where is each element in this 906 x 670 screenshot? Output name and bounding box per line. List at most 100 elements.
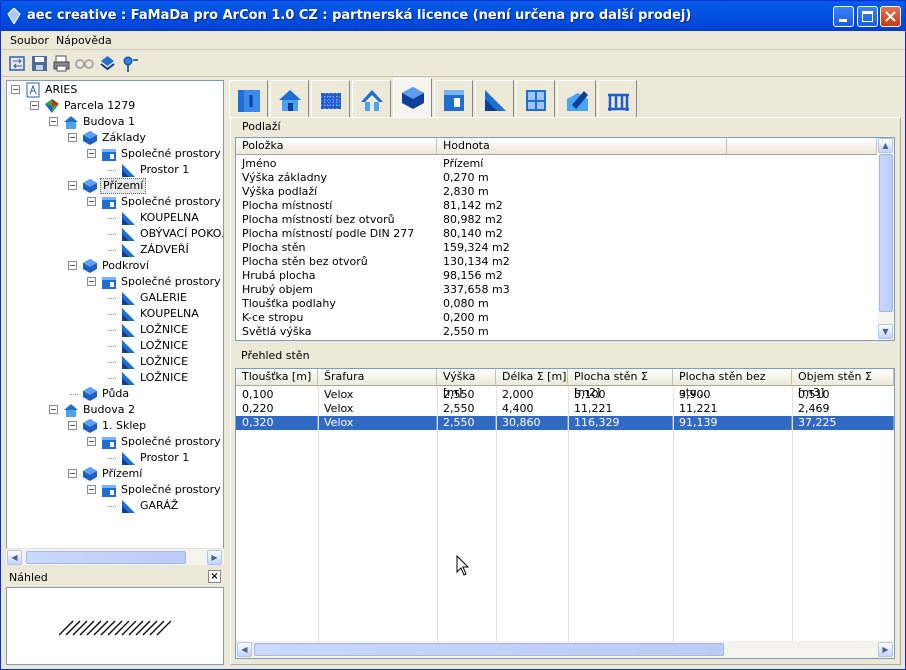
- layers-icon[interactable]: [98, 54, 117, 73]
- property-value[interactable]: 2,550 m: [443, 325, 489, 339]
- tree-node[interactable]: LOŽNICE: [7, 370, 223, 386]
- property-value[interactable]: Přízemí: [443, 157, 483, 171]
- tree-collapse-toggle[interactable]: −: [49, 405, 58, 414]
- tree-collapse-toggle[interactable]: −: [11, 85, 20, 94]
- tab-roof[interactable]: [352, 80, 391, 118]
- tree-collapse-toggle[interactable]: −: [87, 485, 96, 494]
- column-header-value[interactable]: Hodnota: [437, 138, 727, 155]
- scroll-left-button[interactable]: ◀: [7, 550, 22, 565]
- property-value[interactable]: 0,080 m: [443, 297, 489, 311]
- tab-window[interactable]: [516, 80, 555, 118]
- tree-node[interactable]: − Parcela 1279: [7, 98, 223, 114]
- tree-node[interactable]: ZÁDVEŘÍ: [7, 242, 223, 258]
- tree-collapse-toggle[interactable]: −: [68, 261, 77, 270]
- tree-node[interactable]: LOŽNICE: [7, 354, 223, 370]
- tree-node[interactable]: KOUPELNA: [7, 210, 223, 226]
- tab-house[interactable]: [270, 80, 309, 118]
- tree-collapse-toggle[interactable]: −: [87, 437, 96, 446]
- tree-node[interactable]: − Společné prostory: [7, 274, 223, 290]
- scroll-up-button[interactable]: ▲: [878, 138, 893, 153]
- tree-node[interactable]: GALERIE: [7, 290, 223, 306]
- walls-column-header[interactable]: Šrafura: [318, 369, 437, 386]
- property-value[interactable]: 0,200 m: [443, 311, 489, 325]
- menu-soubor[interactable]: Soubor: [10, 34, 49, 47]
- tree-node[interactable]: Prostor 1: [7, 450, 223, 466]
- walls-column-header[interactable]: Plocha stěn bez otv...: [673, 369, 792, 399]
- tree-node[interactable]: LOŽNICE: [7, 322, 223, 338]
- tree-node[interactable]: KOUPELNA: [7, 306, 223, 322]
- minimize-button[interactable]: [833, 6, 854, 27]
- property-value[interactable]: 81,142 m2: [443, 199, 503, 213]
- tree-collapse-toggle[interactable]: −: [49, 117, 58, 126]
- walls-column-header[interactable]: Plocha stěn Σ [m2]: [568, 369, 673, 399]
- property-value[interactable]: 159,324 m2: [443, 241, 510, 255]
- tree-node[interactable]: − ARIES: [7, 82, 223, 98]
- tree-node[interactable]: Prostor 1: [7, 162, 223, 178]
- pin-icon[interactable]: [121, 54, 140, 73]
- properties-vertical-scrollbar[interactable]: ▲ ▼: [878, 138, 894, 340]
- tree-collapse-toggle[interactable]: −: [68, 133, 77, 142]
- tree-collapse-toggle[interactable]: −: [68, 181, 77, 190]
- tree-collapse-toggle[interactable]: −: [87, 149, 96, 158]
- save-icon[interactable]: [30, 54, 49, 73]
- walls-column-header[interactable]: Výška [m]: [437, 369, 496, 399]
- scroll-thumb[interactable]: [879, 154, 893, 312]
- scroll-thumb[interactable]: [26, 551, 186, 564]
- tree-collapse-toggle[interactable]: −: [30, 101, 39, 110]
- tree-node[interactable]: − Společné prostory: [7, 146, 223, 162]
- tab-door[interactable]: [434, 80, 473, 118]
- swap-icon[interactable]: [8, 54, 27, 73]
- close-button[interactable]: [880, 6, 901, 27]
- glasses-icon[interactable]: [75, 54, 94, 73]
- property-grid[interactable]: Položka Hodnota Jméno Přízemí Výška základ…: [235, 137, 895, 341]
- property-value[interactable]: 80,140 m2: [443, 227, 503, 241]
- project-tree[interactable]: − ARIES − Parcela 1279− Budova 1− Základy − Spo…: [6, 80, 224, 565]
- tab-railing[interactable]: [598, 80, 637, 118]
- tab-floor[interactable]: [393, 78, 432, 118]
- tree-node[interactable]: − Společné prostory: [7, 482, 223, 498]
- preview-close-button[interactable]: ×: [208, 570, 221, 583]
- walls-horizontal-scrollbar[interactable]: ◀ ▶: [236, 641, 894, 658]
- scroll-down-button[interactable]: ▼: [878, 324, 893, 339]
- tree-node[interactable]: − Společné prostory: [7, 194, 223, 210]
- tree-collapse-toggle[interactable]: −: [87, 197, 96, 206]
- tree-node[interactable]: − 1. Sklep: [7, 418, 223, 434]
- menu-napoveda[interactable]: Nápověda: [56, 34, 112, 47]
- tree-node[interactable]: GARÁŽ: [7, 498, 223, 514]
- tree-node[interactable]: − Základy: [7, 130, 223, 146]
- tab-grid[interactable]: [311, 80, 350, 118]
- tree-collapse-toggle[interactable]: −: [68, 421, 77, 430]
- tree-node[interactable]: − Přízemí: [7, 466, 223, 482]
- property-value[interactable]: 337,658 m3: [443, 283, 510, 297]
- scroll-thumb[interactable]: [254, 643, 724, 656]
- table-row[interactable]: 0,220 Velox 2,550 4,400 11,221 11,221 2,469: [236, 402, 894, 416]
- scroll-right-button[interactable]: ▶: [878, 642, 893, 657]
- title-bar[interactable]: aec creative : FaMaDa pro ArCon 1.0 CZ :…: [1, 1, 905, 31]
- tab-info[interactable]: [229, 80, 268, 118]
- tree-node[interactable]: − Budova 1: [7, 114, 223, 130]
- walls-column-header[interactable]: Tloušťka [m]: [236, 369, 318, 386]
- tree-collapse-toggle[interactable]: −: [68, 469, 77, 478]
- scroll-right-button[interactable]: ▶: [207, 550, 222, 565]
- property-value[interactable]: 0,270 m: [443, 171, 489, 185]
- tree-collapse-toggle[interactable]: −: [87, 277, 96, 286]
- table-row[interactable]: 0,320 Velox 2,550 30,860 116,329 91,139 37,225: [236, 416, 894, 430]
- tree-node[interactable]: OBÝVACÍ POKO...: [7, 226, 223, 242]
- tree-node[interactable]: − Přízemí: [7, 178, 223, 194]
- tab-stair[interactable]: [475, 80, 514, 118]
- column-header-item[interactable]: Položka: [236, 138, 437, 155]
- maximize-button[interactable]: [857, 6, 878, 27]
- walls-table[interactable]: Tloušťka [m] Šrafura Výška [m] Délka Σ [m] P…: [235, 368, 895, 659]
- tree-node[interactable]: − Budova 2: [7, 402, 223, 418]
- tree-node[interactable]: LOŽNICE: [7, 338, 223, 354]
- walls-column-header[interactable]: Objem stěn Σ [m3]: [792, 369, 894, 399]
- walls-column-header[interactable]: Délka Σ [m]: [496, 369, 568, 386]
- print-icon[interactable]: [52, 54, 71, 73]
- tree-horizontal-scrollbar[interactable]: ◀ ▶: [6, 548, 224, 565]
- tree-node[interactable]: Půda: [7, 386, 223, 402]
- property-value[interactable]: 98,156 m2: [443, 269, 503, 283]
- scroll-left-button[interactable]: ◀: [237, 642, 252, 657]
- tree-node[interactable]: − Podkroví: [7, 258, 223, 274]
- property-value[interactable]: 2,830 m: [443, 185, 489, 199]
- property-value[interactable]: 130,134 m2: [443, 255, 510, 269]
